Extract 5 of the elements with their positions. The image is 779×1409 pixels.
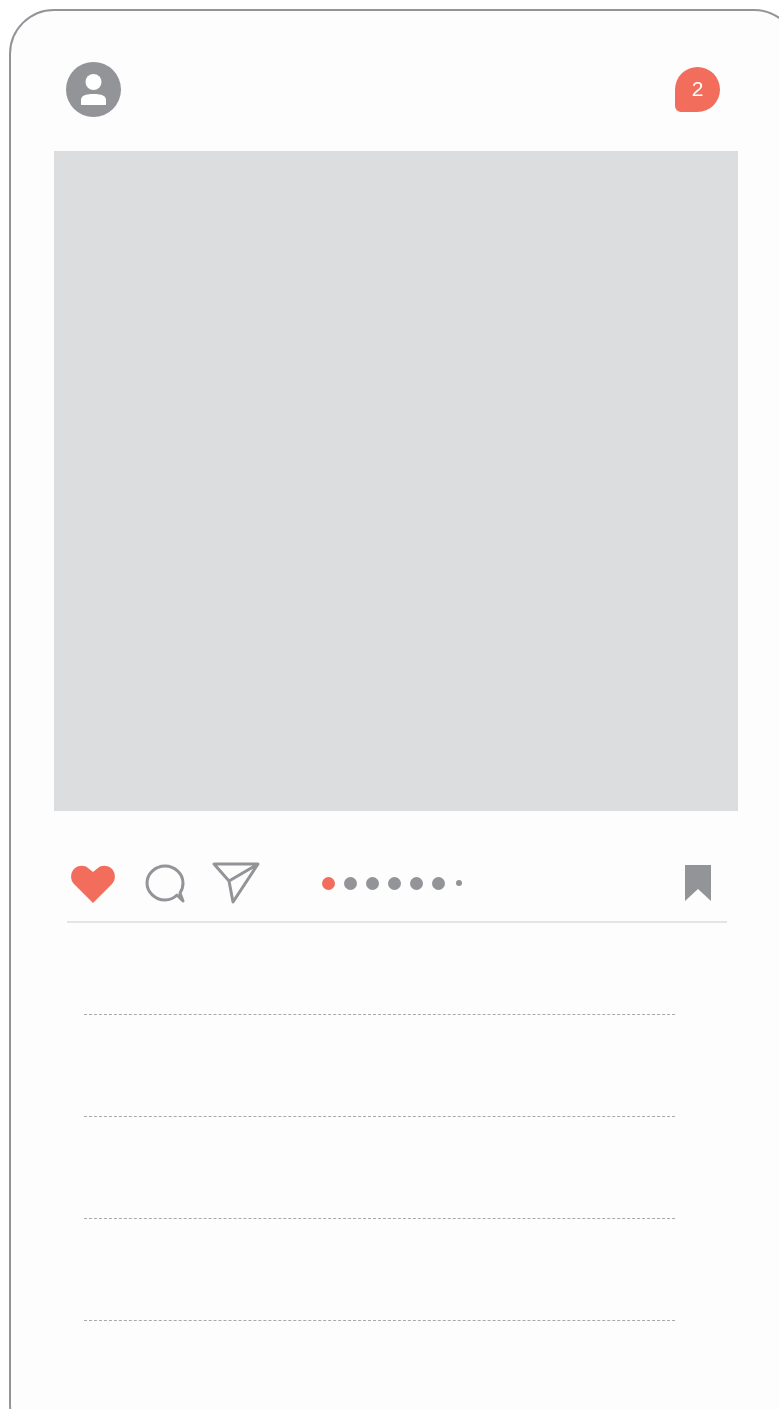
send-icon[interactable] xyxy=(212,862,260,904)
notification-badge[interactable]: 2 xyxy=(675,66,720,112)
bookmark-icon[interactable] xyxy=(685,865,711,901)
comment-icon[interactable] xyxy=(144,862,186,904)
avatar-icon[interactable] xyxy=(66,61,121,117)
